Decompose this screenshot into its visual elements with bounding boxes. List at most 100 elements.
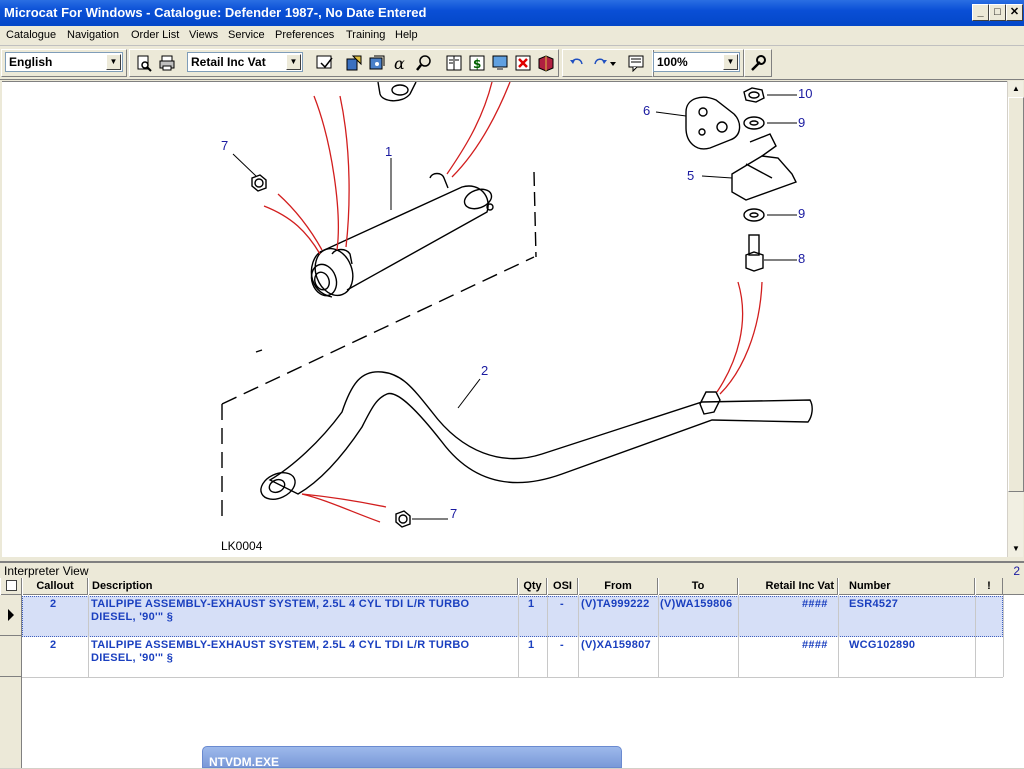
exhaust-illustration: [221, 82, 813, 528]
language-select[interactable]: English ▼: [5, 52, 123, 72]
app-window: Microcat For Windows - Catalogue: Defend…: [0, 0, 1024, 769]
column-divider: [578, 595, 579, 677]
hand-pointer-icon[interactable]: [314, 52, 335, 73]
bookmark-icon[interactable]: [343, 52, 364, 73]
select-all-checkbox[interactable]: [0, 578, 22, 595]
row2-description-line2: DIESEL, '90'" §: [91, 652, 174, 664]
column-retail-inc-vat[interactable]: Retail Inc Vat: [738, 578, 838, 595]
menu-catalogue[interactable]: Catalogue: [6, 29, 56, 41]
column-divider: [975, 595, 976, 677]
undo-icon[interactable]: [566, 52, 587, 73]
row2-from: (V)XA159807: [581, 639, 651, 651]
callout-7-bottom[interactable]: 7: [450, 506, 457, 521]
menu-preferences[interactable]: Preferences: [275, 29, 334, 41]
zoom-value: 100%: [657, 55, 688, 69]
row2-osi: -: [560, 639, 564, 651]
print-preview-icon[interactable]: [133, 52, 154, 73]
notes-icon[interactable]: [625, 52, 646, 73]
scroll-down-icon[interactable]: ▼: [1008, 541, 1024, 557]
callout-9-top[interactable]: 9: [798, 115, 805, 130]
zoom-select[interactable]: 100% ▼: [653, 52, 740, 72]
menu-bar: Catalogue Navigation Order List Views Se…: [0, 26, 1024, 46]
column-divider: [838, 595, 839, 677]
table-header: Callout Description Qty OSI From To Reta…: [0, 578, 1024, 595]
row1-from: (V)TA999222: [581, 598, 650, 610]
print-icon[interactable]: [156, 52, 177, 73]
row1-description-line2: DIESEL, '90'" §: [91, 611, 174, 623]
lookup-icon[interactable]: [366, 52, 387, 73]
ntvdm-popup[interactable]: NTVDM.EXE: [202, 746, 622, 769]
diagram-scrollbar[interactable]: ▲ ▼: [1007, 81, 1024, 557]
screen-icon[interactable]: [489, 52, 510, 73]
maximize-button[interactable]: □: [989, 4, 1006, 21]
catalogue-icon[interactable]: [443, 52, 464, 73]
row2-price: ####: [802, 639, 828, 651]
row1-description-line1: TAILPIPE ASSEMBLY-EXHAUST SYSTEM, 2.5L 4…: [91, 598, 470, 610]
magnifier-search-icon[interactable]: [413, 52, 434, 73]
close-button[interactable]: ✕: [1006, 4, 1023, 21]
scroll-thumb[interactable]: [1008, 97, 1024, 492]
row1-number: ESR4527: [849, 598, 899, 610]
language-value: English: [9, 55, 53, 69]
row1-qty: 1: [528, 598, 535, 610]
scroll-up-icon[interactable]: ▲: [1008, 81, 1024, 97]
chevron-down-icon[interactable]: ▼: [286, 54, 301, 70]
toolbar: English ▼ Retail Inc Vat ▼ α $ 100% ▼: [0, 47, 1024, 80]
row2-number: WCG102890: [849, 639, 916, 651]
column-callout[interactable]: Callout: [22, 578, 88, 595]
parts-table: Callout Description Qty OSI From To Reta…: [0, 578, 1024, 768]
row-header-empty: [0, 677, 22, 768]
delete-icon[interactable]: [512, 52, 533, 73]
chevron-down-icon[interactable]: [607, 52, 619, 73]
column-description[interactable]: Description: [88, 578, 518, 595]
row2-description-line1: TAILPIPE ASSEMBLY-EXHAUST SYSTEM, 2.5L 4…: [91, 639, 470, 651]
column-divider: [738, 595, 739, 677]
chevron-down-icon[interactable]: ▼: [106, 54, 121, 70]
minimize-button[interactable]: _: [972, 4, 989, 21]
interpreter-title: Interpreter View: [4, 564, 89, 578]
column-osi[interactable]: OSI: [547, 578, 578, 595]
callout-10[interactable]: 10: [798, 86, 812, 101]
callout-9-bottom[interactable]: 9: [798, 206, 805, 221]
price-icon[interactable]: $: [466, 52, 487, 73]
diagram-reference: LK0004: [221, 539, 263, 553]
callout-8[interactable]: 8: [798, 251, 805, 266]
menu-training[interactable]: Training: [346, 29, 385, 41]
title-bar: Microcat For Windows - Catalogue: Defend…: [0, 0, 1024, 26]
column-divider: [658, 595, 659, 677]
settings-wrench-icon[interactable]: [747, 52, 768, 73]
price-mode-select[interactable]: Retail Inc Vat ▼: [187, 52, 303, 72]
row1-osi: -: [560, 598, 564, 610]
row-header-1[interactable]: [0, 595, 22, 636]
callout-6[interactable]: 6: [643, 103, 650, 118]
column-divider: [88, 595, 89, 677]
column-number[interactable]: Number: [838, 578, 975, 595]
row2-callout: 2: [50, 639, 57, 651]
current-row-icon: [8, 609, 14, 621]
row2-qty: 1: [528, 639, 535, 651]
interpreter-header: Interpreter View 2: [0, 561, 1024, 578]
column-divider: [1003, 595, 1004, 677]
chevron-down-icon[interactable]: ▼: [723, 54, 738, 70]
menu-views[interactable]: Views: [189, 29, 218, 41]
callout-2[interactable]: 2: [481, 363, 488, 378]
row-header-2[interactable]: [0, 636, 22, 677]
alpha-index-icon[interactable]: α: [390, 52, 411, 73]
parts-diagram[interactable]: 7 1 6 10 9 5 9 8 2 7 LK0004: [2, 81, 1007, 557]
book-icon[interactable]: [535, 52, 556, 73]
menu-help[interactable]: Help: [395, 29, 418, 41]
column-to[interactable]: To: [658, 578, 738, 595]
column-flag[interactable]: !: [975, 578, 1003, 595]
column-qty[interactable]: Qty: [518, 578, 547, 595]
menu-service[interactable]: Service: [228, 29, 265, 41]
callout-7-top[interactable]: 7: [221, 138, 228, 153]
column-from[interactable]: From: [578, 578, 658, 595]
callout-5[interactable]: 5: [687, 168, 694, 183]
svg-text:$: $: [473, 57, 481, 71]
callout-1[interactable]: 1: [385, 144, 392, 159]
window-title: Microcat For Windows - Catalogue: Defend…: [4, 5, 427, 20]
interpreter-count: 2: [1013, 564, 1020, 578]
menu-navigation[interactable]: Navigation: [67, 29, 119, 41]
menu-order-list[interactable]: Order List: [131, 29, 179, 41]
popup-title: NTVDM.EXE: [209, 755, 280, 769]
